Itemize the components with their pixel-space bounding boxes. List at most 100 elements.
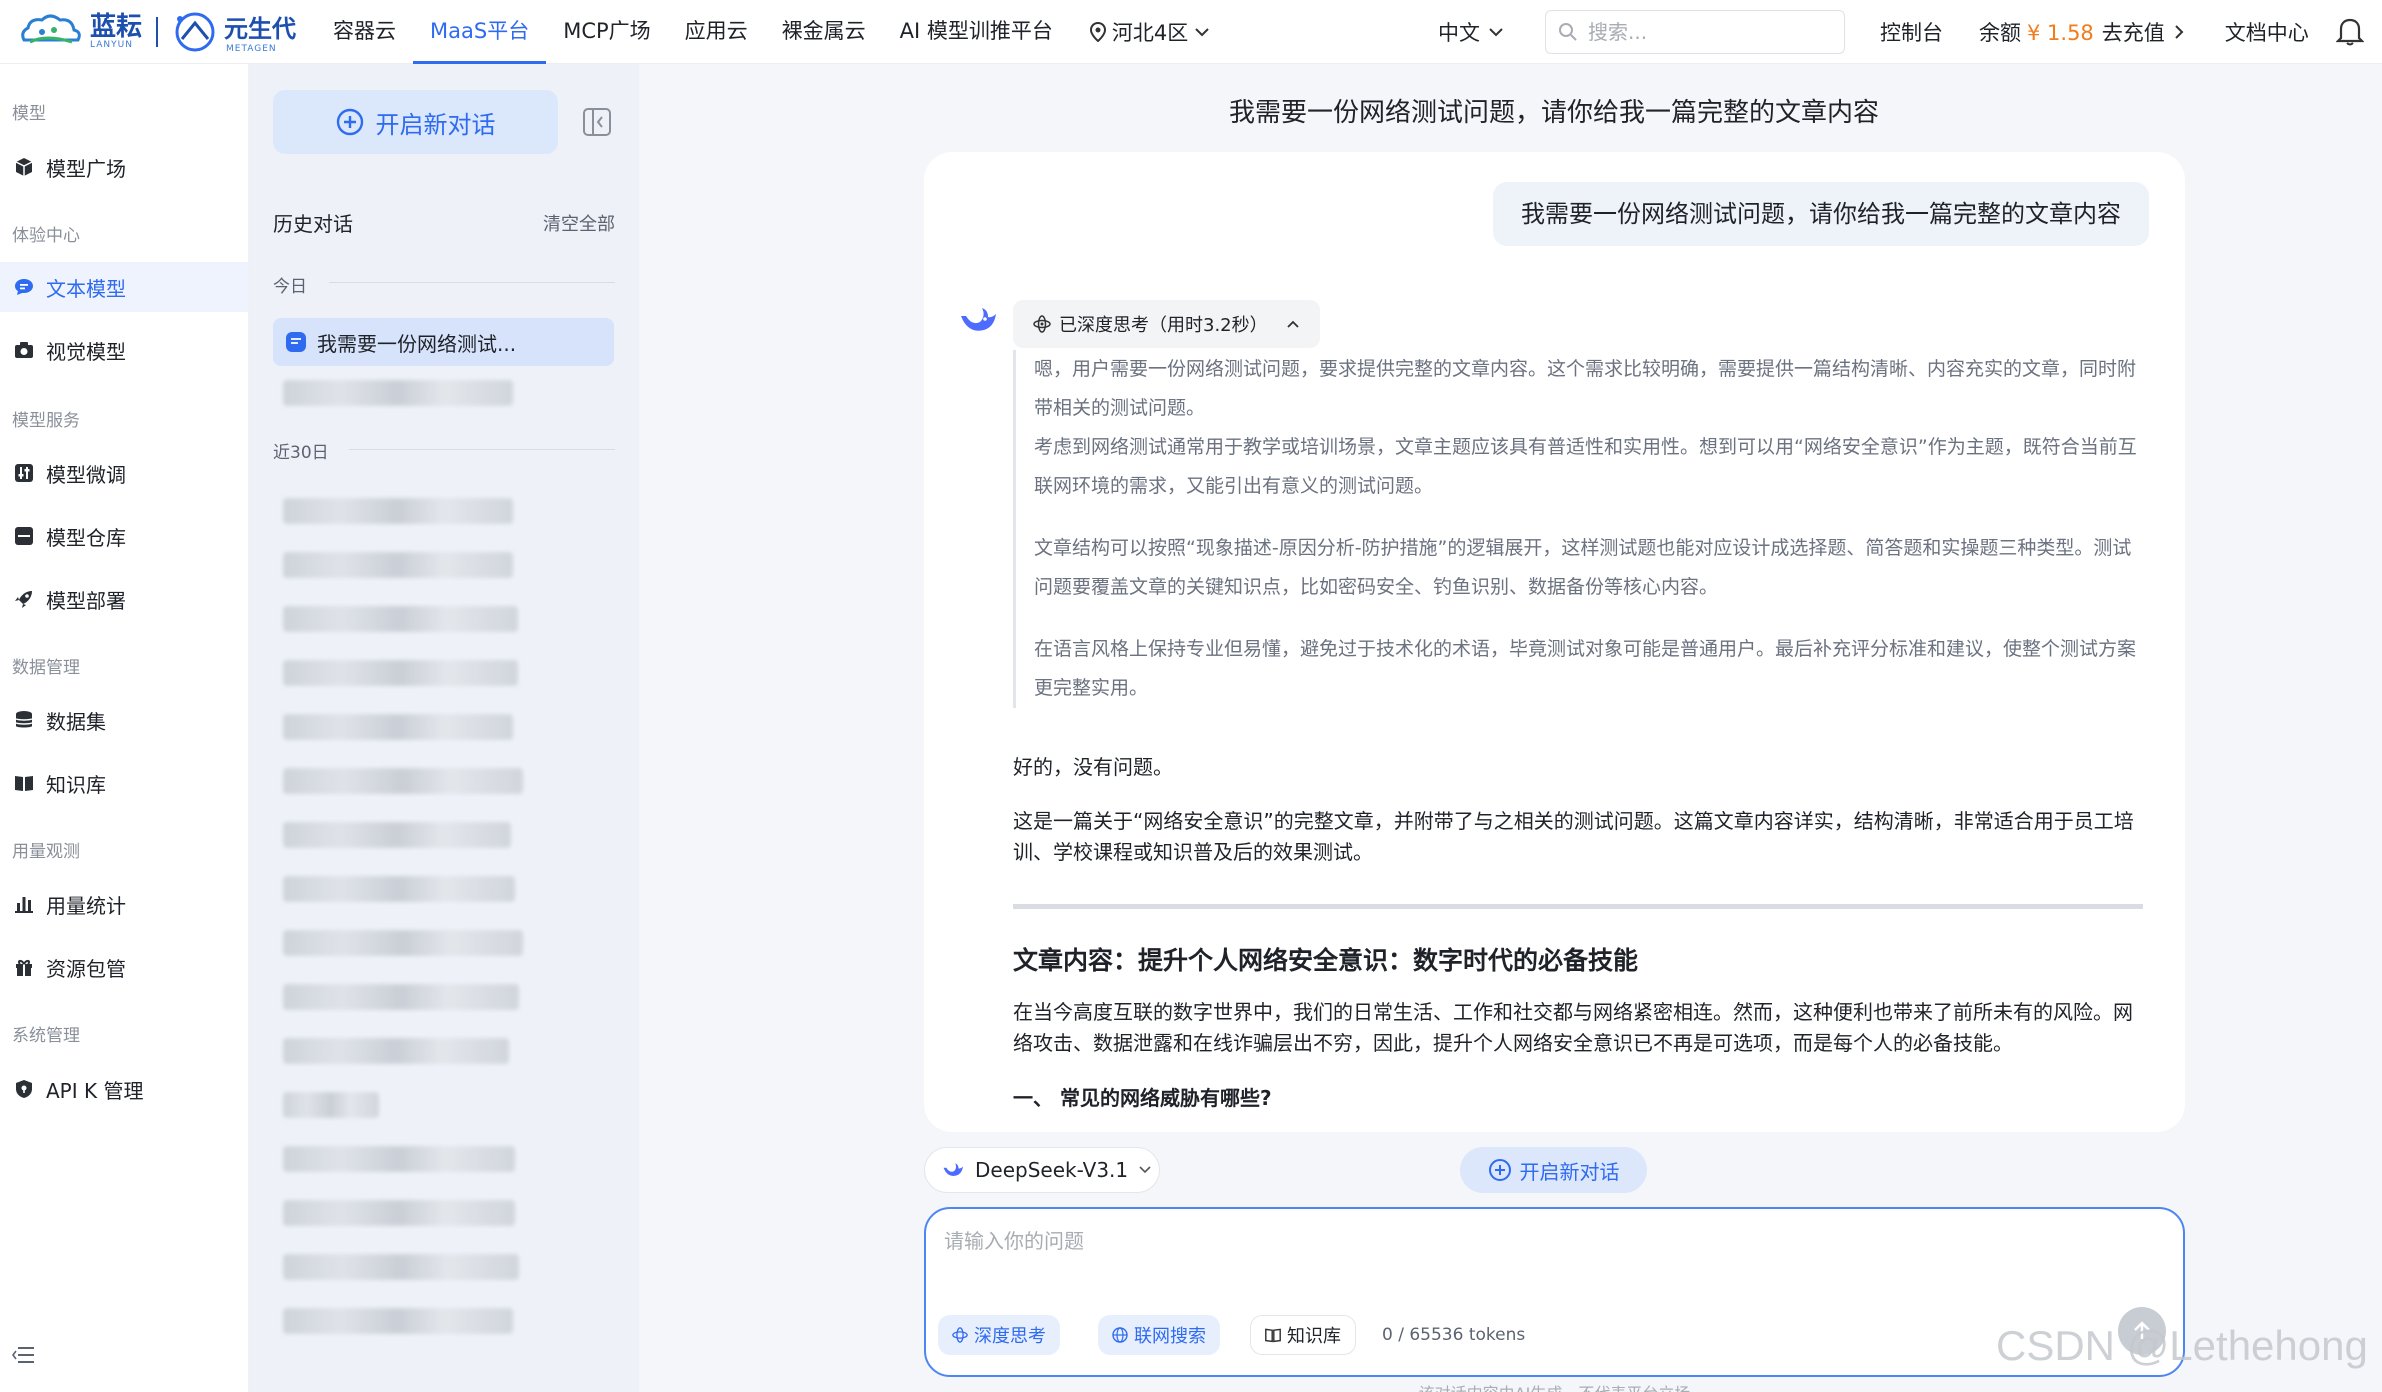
global-search[interactable] bbox=[1545, 10, 1845, 54]
nav-ai-training[interactable]: AI 模型训推平台 bbox=[883, 0, 1070, 64]
history-item-blurred[interactable] bbox=[283, 822, 511, 848]
history-item-blurred[interactable] bbox=[283, 930, 523, 956]
sidebar-item-resource-pack[interactable]: 资源包管 bbox=[0, 942, 248, 992]
message-panel: 我需要一份网络测试问题，请你给我一篇完整的文章内容 已深度思考（用时3.2秒） … bbox=[924, 152, 2185, 1132]
logo-divider bbox=[156, 16, 159, 47]
section-title-model: 模型 bbox=[12, 104, 46, 124]
history-item-blurred[interactable] bbox=[283, 1146, 515, 1172]
balance-display: 余额 ¥ 1.58 bbox=[1979, 17, 2094, 47]
history-item-active[interactable]: 我需要一份网络测试... bbox=[273, 318, 614, 366]
sidebar-item-model-square[interactable]: 模型广场 bbox=[0, 142, 248, 192]
database-icon bbox=[15, 711, 33, 728]
left-sidebar: 模型 模型广场 体验中心 文本模型 视觉模型 模型服务 模型微调 模型仓库 模型… bbox=[0, 64, 249, 1392]
history-item-blurred[interactable] bbox=[283, 768, 523, 794]
thinking-label: 已深度思考（用时3.2秒） bbox=[1059, 315, 1268, 336]
language-selector[interactable]: 中文 bbox=[1438, 0, 1504, 64]
balance-label: 余额 bbox=[1979, 21, 2021, 45]
history-item-blurred[interactable] bbox=[283, 1254, 519, 1280]
section-title-system: 系统管理 bbox=[12, 1026, 80, 1046]
answer-description: 这是一篇关于“网络安全意识”的完整文章，并附带了与之相关的测试问题。这篇文章内容… bbox=[1013, 809, 2134, 864]
thinking-paragraph: 嗯，用户需要一份网络测试问题，要求提供完整的文章内容。这个需求比较明确，需要提供… bbox=[1034, 358, 2137, 419]
group-divider bbox=[349, 449, 615, 450]
chat-main: 我需要一份网络测试问题，请你给我一篇完整的文章内容 我需要一份网络测试问题，请你… bbox=[639, 64, 2382, 1392]
sidebar-item-text-model[interactable]: 文本模型 bbox=[0, 262, 248, 312]
history-item-blurred[interactable] bbox=[283, 606, 518, 632]
sidebar-item-deploy[interactable]: 模型部署 bbox=[0, 574, 248, 624]
group-label-today: 今日 bbox=[273, 277, 307, 297]
sidebar-item-api-key[interactable]: API K 管理 bbox=[0, 1064, 248, 1114]
search-input[interactable] bbox=[1588, 20, 1828, 44]
chevron-down-icon bbox=[1139, 1166, 1151, 1174]
question-input[interactable] bbox=[944, 1225, 2144, 1285]
token-counter: 0 / 65536 tokens bbox=[1382, 1325, 1526, 1345]
history-item-blurred[interactable] bbox=[283, 1038, 509, 1064]
logo-lanyun-text: 蓝耘 bbox=[90, 11, 143, 42]
sidebar-item-label: 数据集 bbox=[46, 709, 106, 734]
brand-logo[interactable]: 蓝耘 LANYUN 元生代 METAGEN bbox=[16, 0, 296, 64]
answer-divider bbox=[1013, 904, 2143, 909]
model-selector[interactable]: DeepSeek-V3.1 bbox=[924, 1147, 1160, 1193]
article-title: 文章内容：提升个人网络安全意识：数字时代的必备技能 bbox=[1013, 946, 1639, 975]
history-item-blurred[interactable] bbox=[283, 984, 519, 1010]
history-item-blurred[interactable] bbox=[283, 1308, 513, 1334]
history-item-blurred[interactable] bbox=[283, 1092, 379, 1118]
clear-all-button[interactable]: 清空全部 bbox=[543, 210, 615, 236]
sidebar-item-finetune[interactable]: 模型微调 bbox=[0, 448, 248, 498]
bell-icon[interactable] bbox=[2336, 16, 2364, 46]
deepseek-whale-icon bbox=[943, 1163, 963, 1176]
cube-icon bbox=[15, 158, 33, 176]
history-item-blurred[interactable] bbox=[283, 380, 513, 406]
chevron-down-icon bbox=[1195, 27, 1209, 36]
history-title: 历史对话 bbox=[273, 212, 353, 236]
conversation-title: 我需要一份网络测试问题，请你给我一篇完整的文章内容 bbox=[1228, 98, 1879, 128]
deep-think-label: 深度思考 bbox=[974, 1326, 1046, 1347]
sidebar-item-label: 用量统计 bbox=[46, 893, 126, 918]
rocket-icon bbox=[15, 591, 32, 608]
thinking-toggle[interactable]: 已深度思考（用时3.2秒） bbox=[1013, 300, 1320, 348]
sidebar-item-label: 模型广场 bbox=[46, 156, 126, 181]
sidebar-item-vision-model[interactable]: 视觉模型 bbox=[0, 325, 248, 375]
nav-maas[interactable]: MaaS平台 bbox=[413, 0, 547, 64]
group-divider bbox=[329, 282, 615, 283]
recharge-link[interactable]: 去充值 bbox=[2102, 17, 2165, 47]
sidebar-item-dataset[interactable]: 数据集 bbox=[0, 695, 248, 745]
region-selector[interactable]: 河北4区 bbox=[1089, 17, 1210, 47]
nav-bare-metal[interactable]: 裸金属云 bbox=[765, 0, 883, 64]
nav-mcp[interactable]: MCP广场 bbox=[546, 0, 667, 64]
new-chat-inline-button[interactable]: 开启新对话 bbox=[1460, 1147, 1647, 1193]
thinking-content: 嗯，用户需要一份网络测试问题，要求提供完整的文章内容。这个需求比较明确，需要提供… bbox=[1013, 350, 2139, 708]
history-item-blurred[interactable] bbox=[283, 876, 515, 902]
article-paragraph: 在当今高度互联的数字世界中，我们的日常生活、工作和社交都与网络紧密相连。然而，这… bbox=[1013, 1000, 2133, 1055]
history-item-blurred[interactable] bbox=[283, 552, 513, 578]
balance-amount: ¥ 1.58 bbox=[2027, 21, 2094, 45]
book-icon bbox=[15, 776, 33, 791]
lanyun-logo-icon bbox=[21, 14, 81, 43]
history-item-blurred[interactable] bbox=[283, 498, 513, 524]
panel-collapse-icon[interactable] bbox=[583, 108, 611, 136]
user-message: 我需要一份网络测试问题，请你给我一篇完整的文章内容 bbox=[1493, 182, 2149, 246]
csdn-watermark: CSDN @Lethehong bbox=[1996, 1322, 2368, 1369]
sidebar-item-usage-stats[interactable]: 用量统计 bbox=[0, 879, 248, 929]
sidebar-item-label: 视觉模型 bbox=[46, 339, 126, 364]
history-item-blurred[interactable] bbox=[283, 714, 513, 740]
chat-bubble-icon bbox=[286, 332, 306, 352]
knowledge-base-button[interactable]: 知识库 bbox=[1250, 1315, 1356, 1355]
sidebar-item-label: 资源包管 bbox=[46, 956, 126, 981]
history-item-blurred[interactable] bbox=[283, 1200, 515, 1226]
nav-app-cloud[interactable]: 应用云 bbox=[668, 0, 765, 64]
model-name: DeepSeek-V3.1 bbox=[975, 1158, 1129, 1182]
sidebar-item-knowledge[interactable]: 知识库 bbox=[0, 758, 248, 808]
group-label-last30: 近30日 bbox=[273, 443, 329, 463]
section-title-model-service: 模型服务 bbox=[12, 411, 80, 431]
nav-container-cloud[interactable]: 容器云 bbox=[316, 0, 413, 64]
web-search-label: 联网搜索 bbox=[1134, 1326, 1206, 1347]
console-link[interactable]: 控制台 bbox=[1880, 17, 1943, 47]
sidebar-item-model-repo[interactable]: 模型仓库 bbox=[0, 511, 248, 561]
web-search-toggle[interactable]: 联网搜索 bbox=[1098, 1315, 1220, 1355]
chevron-right-icon bbox=[2175, 25, 2184, 39]
new-chat-button[interactable]: 开启新对话 bbox=[273, 90, 558, 154]
menu-collapse-icon[interactable] bbox=[12, 1346, 34, 1364]
docs-link[interactable]: 文档中心 bbox=[2225, 17, 2309, 47]
history-item-blurred[interactable] bbox=[283, 660, 518, 686]
deep-think-toggle[interactable]: 深度思考 bbox=[938, 1315, 1060, 1355]
